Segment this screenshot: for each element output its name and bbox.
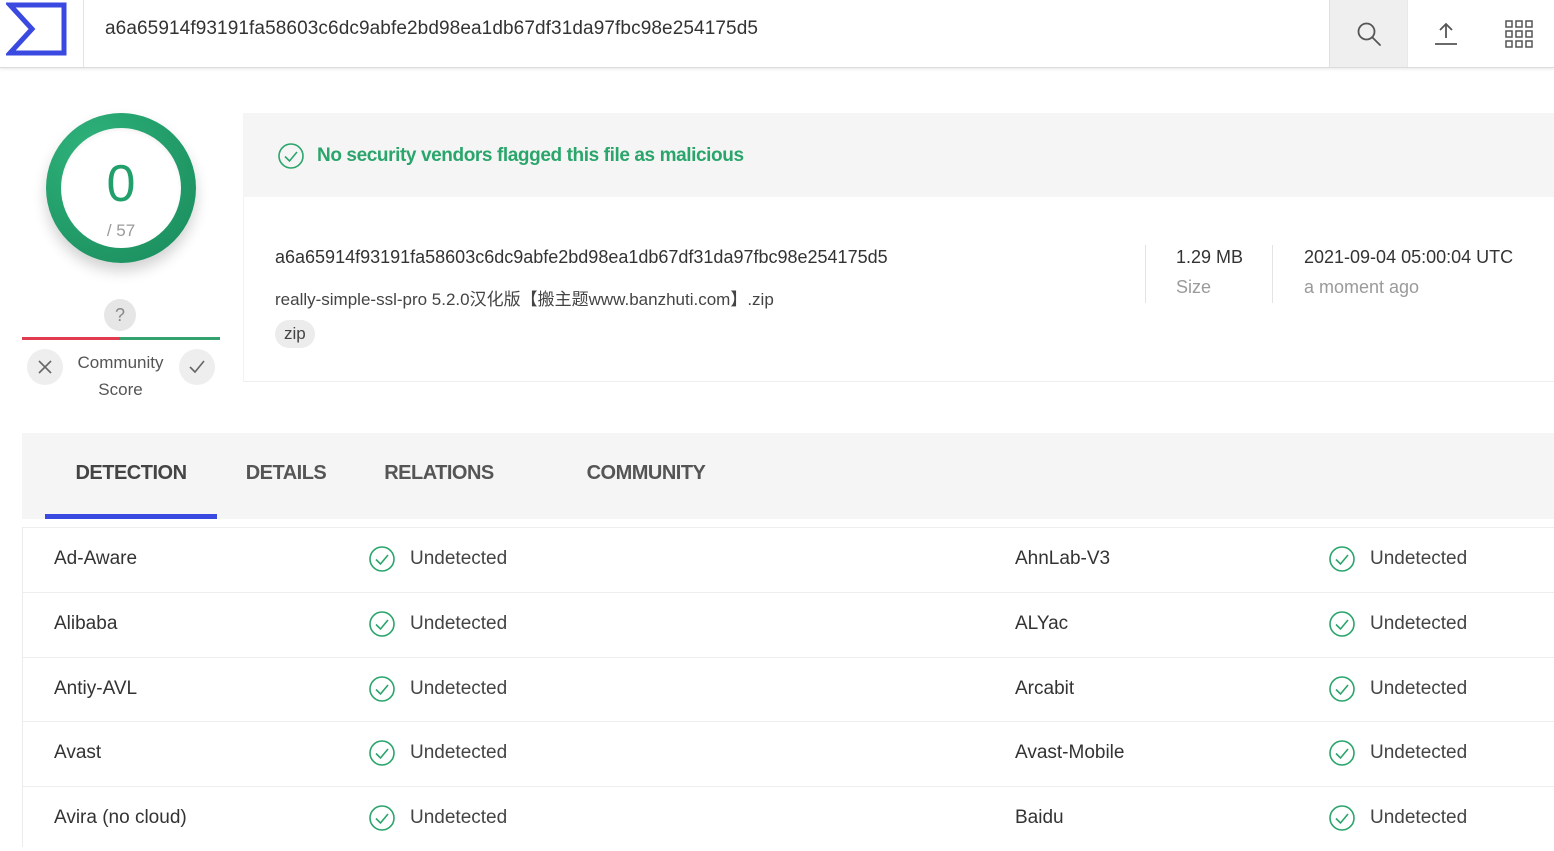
engine-name: Arcabit (1015, 678, 1075, 699)
table-row: Avast Undetected Avast-Mobile Undetected (23, 721, 1554, 786)
file-size: 1.29 MB (1176, 247, 1244, 267)
result-label: Undetected (1370, 807, 1468, 828)
result-label: Undetected (410, 678, 508, 699)
date-divider (1272, 245, 1273, 303)
score-inner: 0 / 57 (61, 128, 181, 248)
upload-button[interactable] (1407, 0, 1484, 67)
vote-harmless-button[interactable] (179, 349, 215, 385)
community-label-line2: Score (98, 380, 143, 399)
detection-result: Undetected (1328, 675, 1467, 703)
table-row: Alibaba Undetected ALYac Undetected (23, 592, 1554, 657)
file-size-label: Size (1176, 277, 1212, 297)
check-circle-icon (369, 676, 395, 702)
detection-result: Undetected (368, 545, 507, 573)
check-circle-icon (278, 143, 304, 169)
result-label: Undetected (1370, 678, 1468, 699)
tab-details[interactable]: DETAILS (230, 433, 342, 519)
engine-name: ALYac (1015, 613, 1069, 634)
search-bar (84, 0, 1328, 67)
check-circle-icon (1329, 805, 1355, 831)
verdict-banner: No security vendors flagged this file as… (243, 113, 1554, 197)
result-label: Undetected (410, 807, 508, 828)
vote-malicious-button[interactable] (27, 349, 63, 385)
virustotal-logo-icon[interactable] (4, 2, 68, 56)
checkmark-icon (189, 360, 205, 374)
detection-score-ring: 0 / 57 (46, 113, 196, 263)
result-label: Undetected (410, 742, 508, 763)
tab-detection[interactable]: DETECTION (45, 433, 217, 519)
check-circle-icon (1329, 611, 1355, 637)
detection-result: Undetected (368, 675, 507, 703)
result-label: Undetected (410, 613, 508, 634)
top-bar (0, 0, 1554, 68)
community-label-line1: Community (77, 353, 164, 372)
engine-total: / 57 (106, 221, 136, 240)
engine-name: Baidu (1015, 807, 1064, 828)
detection-result: Undetected (368, 610, 507, 638)
engine-name: Avast (54, 742, 102, 763)
report-tabs: DETECTION DETAILS RELATIONS COMMUNITY (22, 433, 1554, 519)
tab-community[interactable]: COMMUNITY (570, 433, 722, 519)
detection-result: Undetected (1328, 545, 1467, 573)
size-divider (1145, 245, 1146, 303)
table-row: Ad-Aware Undetected AhnLab-V3 Undetected (23, 527, 1554, 592)
detection-count: 0 (106, 155, 136, 213)
apps-menu-button[interactable] (1484, 0, 1554, 67)
check-circle-icon (369, 740, 395, 766)
file-name: really-simple-ssl-pro 5.2.0汉化版【搬主题www.ba… (275, 290, 774, 309)
check-circle-icon (369, 805, 395, 831)
last-analysis-date: 2021-09-04 05:00:04 UTC (1304, 247, 1514, 267)
result-label: Undetected (1370, 548, 1468, 569)
close-icon (38, 360, 52, 374)
detection-result: Undetected (368, 739, 507, 767)
result-label: Undetected (410, 548, 508, 569)
upload-icon (1435, 22, 1457, 45)
tab-relations[interactable]: RELATIONS (372, 433, 506, 519)
result-label: Undetected (1370, 742, 1468, 763)
engine-name: Ad-Aware (54, 548, 138, 569)
search-button[interactable] (1329, 0, 1407, 67)
community-score-label: Community Score (63, 349, 178, 403)
check-circle-icon (1329, 740, 1355, 766)
engine-name: AhnLab-V3 (1015, 548, 1111, 569)
detection-result: Undetected (1328, 739, 1467, 767)
community-bar-harmless (120, 337, 220, 340)
file-hash: a6a65914f93191fa58603c6dc9abfe2bd98ea1db… (275, 247, 888, 267)
grid-icon (1505, 19, 1533, 48)
detection-table: Ad-Aware Undetected AhnLab-V3 Undetected… (22, 527, 1554, 847)
community-bar-malicious (22, 337, 120, 340)
check-circle-icon (1329, 676, 1355, 702)
detection-result: Undetected (1328, 804, 1467, 832)
engine-name: Alibaba (54, 613, 118, 634)
community-score-help[interactable]: ? (104, 299, 136, 331)
active-tab-indicator (45, 514, 217, 519)
search-input[interactable] (105, 12, 1305, 46)
table-row: Antiy-AVL Undetected Arcabit Undetected (23, 657, 1554, 722)
engine-name: Avast-Mobile (1015, 742, 1125, 763)
result-label: Undetected (1370, 613, 1468, 634)
check-circle-icon (369, 611, 395, 637)
last-analysis-relative: a moment ago (1304, 277, 1420, 297)
file-type-tag[interactable]: zip (275, 320, 315, 348)
detection-result: Undetected (368, 804, 507, 832)
table-row: Avira (no cloud) Undetected Baidu Undete… (23, 786, 1554, 851)
engine-name: Avira (no cloud) (54, 807, 187, 828)
search-icon (1357, 22, 1381, 46)
check-circle-icon (369, 546, 395, 572)
engine-name: Antiy-AVL (54, 678, 138, 699)
verdict-message: No security vendors flagged this file as… (317, 145, 744, 166)
file-info-card: a6a65914f93191fa58603c6dc9abfe2bd98ea1db… (243, 197, 1554, 382)
detection-result: Undetected (1328, 610, 1467, 638)
check-circle-icon (1329, 546, 1355, 572)
